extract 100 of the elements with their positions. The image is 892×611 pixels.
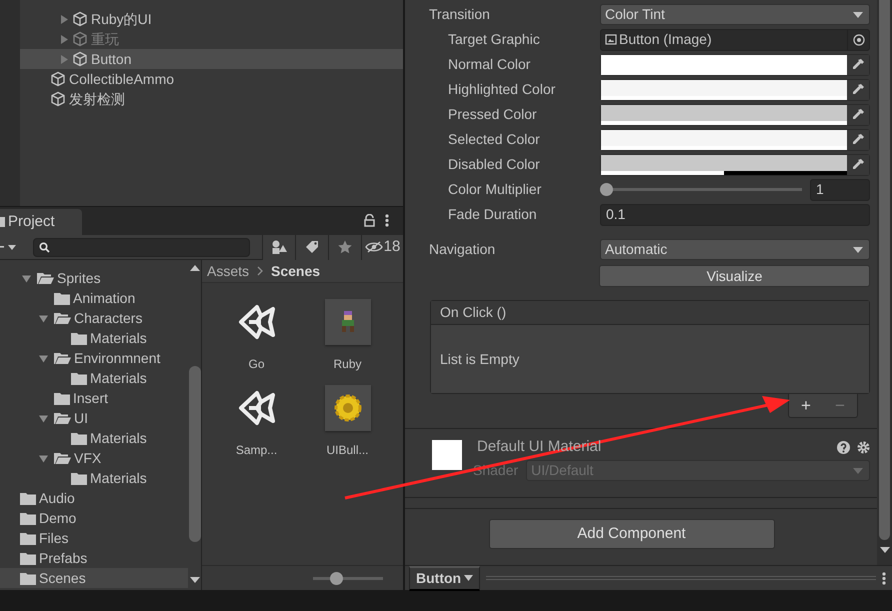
object-picker-icon[interactable] xyxy=(852,34,864,46)
tab-icon xyxy=(0,217,5,227)
filter-by-label-button[interactable] xyxy=(295,234,328,260)
create-menu-icon[interactable] xyxy=(0,243,18,251)
caret-icon xyxy=(464,575,474,581)
kebab-menu-icon[interactable] xyxy=(385,214,389,227)
number-field[interactable]: 1 xyxy=(810,178,870,200)
expand-arrow-icon[interactable] xyxy=(60,14,69,24)
expand-arrow-icon[interactable] xyxy=(39,454,48,462)
eyedropper-icon[interactable] xyxy=(851,133,865,146)
number-field[interactable]: 0.1 xyxy=(600,204,870,226)
unity-logo-icon xyxy=(236,388,276,428)
help-icon[interactable] xyxy=(837,440,850,454)
eyedropper-icon[interactable] xyxy=(851,83,865,96)
material-preview xyxy=(432,440,462,470)
folder-icon xyxy=(54,292,70,304)
folder-item[interactable]: Animation xyxy=(0,288,188,308)
breadcrumb-item[interactable]: Assets xyxy=(207,260,250,282)
scroll-down-icon[interactable] xyxy=(190,577,200,583)
eyedropper-icon[interactable] xyxy=(851,58,865,71)
color-field[interactable] xyxy=(600,128,870,150)
expand-arrow-icon[interactable] xyxy=(22,274,31,282)
expand-arrow-icon[interactable] xyxy=(39,314,48,322)
folder-item[interactable]: Prefabs xyxy=(0,548,188,568)
add-component-button[interactable]: Add Component xyxy=(488,519,774,549)
asset-name[interactable]: UIBull... xyxy=(326,441,368,459)
filter-by-type-button[interactable] xyxy=(262,234,295,260)
folder-item[interactable]: Materials xyxy=(0,368,188,388)
folder-item[interactable]: Materials xyxy=(0,328,188,348)
color-field[interactable] xyxy=(600,54,870,76)
folder-item[interactable]: Files xyxy=(0,528,188,548)
hierarchy-item[interactable]: 发射检测 xyxy=(20,89,403,109)
folder-item[interactable]: Materials xyxy=(0,468,188,488)
event-list-header: On Click () xyxy=(431,301,869,325)
folder-item[interactable]: Demo xyxy=(0,508,188,528)
expand-arrow-icon[interactable] xyxy=(60,34,69,44)
kebab-menu-icon[interactable] xyxy=(882,572,886,584)
slider-thumb[interactable] xyxy=(600,183,613,196)
gear-sprite-icon xyxy=(332,393,362,423)
scroll-up-icon[interactable] xyxy=(190,265,200,271)
cube-icon xyxy=(50,71,66,87)
caret-icon xyxy=(853,12,863,18)
object-dropdown-button[interactable]: Button xyxy=(409,566,480,590)
folder-icon xyxy=(20,552,36,564)
folder-item[interactable]: Sprites xyxy=(0,268,188,288)
eye-slash-icon xyxy=(364,241,383,253)
asset-name[interactable]: Go xyxy=(248,355,264,373)
settings-icon[interactable] xyxy=(857,440,870,454)
folder-item[interactable]: Environmnent xyxy=(0,348,188,368)
open-folder-icon xyxy=(37,272,54,284)
folder-item[interactable]: Materials xyxy=(0,428,188,448)
color-field[interactable] xyxy=(600,78,870,100)
empty-list-text: List is Empty xyxy=(440,350,520,369)
eyedropper-icon[interactable] xyxy=(851,158,865,171)
field-label: Disabled Color xyxy=(447,155,541,174)
sprite-thumbnail[interactable] xyxy=(324,385,370,431)
hierarchy-item[interactable]: CollectibleAmmo xyxy=(20,69,403,89)
favorites-button[interactable] xyxy=(328,234,361,260)
expand-arrow-icon[interactable] xyxy=(39,354,48,362)
open-folder-icon xyxy=(54,352,71,364)
lock-icon[interactable] xyxy=(364,214,375,227)
object-field[interactable]: Button (Image) xyxy=(600,28,870,50)
folder-item[interactable]: VFX xyxy=(0,448,188,468)
slider-thumb[interactable] xyxy=(330,572,344,584)
scroll-down-icon[interactable] xyxy=(880,547,890,553)
folder-icon xyxy=(54,392,70,404)
expand-arrow-icon[interactable] xyxy=(39,414,48,422)
open-folder-icon xyxy=(54,452,71,464)
visualize-button[interactable]: Visualize xyxy=(599,265,870,287)
folder-item[interactable]: Characters xyxy=(0,308,188,328)
color-field[interactable] xyxy=(600,104,870,126)
folder-item[interactable]: Scenes xyxy=(0,568,188,588)
folder-item[interactable]: UI xyxy=(0,408,188,428)
search-field[interactable] xyxy=(33,238,250,256)
dropdown[interactable]: Automatic xyxy=(600,239,870,260)
unity-logo-icon xyxy=(236,302,276,342)
scrollbar-thumb[interactable] xyxy=(188,366,200,542)
hidden-packages-button[interactable]: 18 xyxy=(361,234,403,260)
open-folder-icon xyxy=(54,412,71,424)
folder-item[interactable]: Audio xyxy=(0,488,188,508)
hierarchy-item[interactable]: Button xyxy=(20,49,403,69)
dropdown[interactable]: Color Tint xyxy=(600,4,870,25)
color-field[interactable] xyxy=(600,154,870,176)
scrollbar-thumb[interactable] xyxy=(879,0,890,540)
asset-name[interactable]: Samp... xyxy=(236,441,278,459)
shapes-icon xyxy=(271,240,287,254)
folder-icon xyxy=(71,472,87,484)
eyedropper-icon[interactable] xyxy=(851,108,865,121)
folder-icon xyxy=(71,332,87,344)
sprite-thumbnail[interactable] xyxy=(324,299,370,345)
breadcrumb-item[interactable]: Scenes xyxy=(271,260,320,282)
project-tab[interactable]: Project xyxy=(0,209,82,235)
folder-icon xyxy=(20,512,36,524)
folder-icon xyxy=(20,532,36,544)
folder-item[interactable]: Insert xyxy=(0,388,188,408)
field-label: Target Graphic xyxy=(447,30,541,49)
hierarchy-item[interactable]: Ruby的UI xyxy=(20,9,403,29)
list-edit-button[interactable]: + xyxy=(795,396,817,416)
chevron-icon xyxy=(257,266,264,276)
asset-name[interactable]: Ruby xyxy=(333,355,362,373)
